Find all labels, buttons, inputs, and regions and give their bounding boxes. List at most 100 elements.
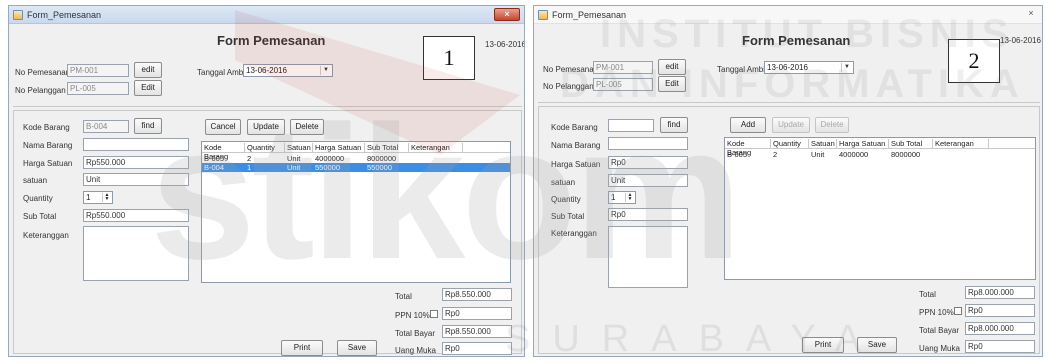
- ppn-field[interactable]: Rp0: [965, 304, 1035, 317]
- find-button[interactable]: find: [134, 118, 162, 134]
- header-divider: [13, 106, 522, 107]
- ppn-field[interactable]: Rp0: [442, 307, 512, 320]
- save-button[interactable]: Save: [337, 340, 377, 356]
- quantity-stepper[interactable]: 1 ▲ ▼: [608, 191, 636, 204]
- col-satuan[interactable]: Satuan: [809, 139, 837, 149]
- cell: 1: [247, 163, 252, 172]
- print-button[interactable]: Print: [802, 337, 844, 353]
- cell: B-004: [204, 163, 225, 172]
- spin-arrows-icon[interactable]: ▲ ▼: [102, 193, 111, 202]
- tanggal-ambil-label: Tanggal Ambil: [717, 65, 767, 74]
- nama-barang-field[interactable]: [83, 138, 189, 151]
- kode-barang-field[interactable]: [608, 119, 654, 132]
- edit-pemesanan-button[interactable]: edit: [134, 62, 162, 78]
- cell: 4000000: [839, 150, 869, 159]
- app-icon: [13, 10, 23, 20]
- no-pelanggan-field[interactable]: PL-005: [593, 78, 653, 91]
- cell: 8000000: [367, 154, 397, 163]
- window-titlebar: Form_Pemesanan ×: [534, 6, 1042, 24]
- col-sub-total[interactable]: Sub Total: [365, 143, 409, 153]
- edit-pelanggan-button[interactable]: Edit: [658, 76, 686, 92]
- uang-muka-label: Uang Muka: [395, 346, 436, 355]
- cell: Unit: [287, 154, 301, 163]
- no-pelanggan-label: No Pelanggan: [543, 82, 594, 91]
- uang-muka-field[interactable]: Rp0: [442, 342, 512, 355]
- nama-barang-field[interactable]: [608, 137, 688, 150]
- table-row[interactable]: B-005 2 Unit 4000000 8000000: [725, 150, 1035, 159]
- harga-satuan-field[interactable]: Rp550.000: [83, 156, 189, 169]
- header-divider: [538, 102, 1040, 103]
- col-kode-barang[interactable]: Kode Barang: [202, 143, 245, 161]
- figure-label-1: 1: [423, 36, 475, 80]
- total-bayar-field[interactable]: Rp8.000.000: [965, 322, 1035, 335]
- total-bayar-label: Total Bayar: [919, 326, 960, 335]
- total-bayar-field[interactable]: Rp8.550.000: [442, 325, 512, 338]
- edit-pelanggan-button[interactable]: Edit: [134, 80, 162, 96]
- chevron-down-icon[interactable]: ▼: [841, 63, 852, 72]
- col-sub-total[interactable]: Sub Total: [889, 139, 933, 149]
- col-keterangan[interactable]: Keterangan: [409, 143, 463, 153]
- figure-label-2: 2: [948, 39, 1000, 83]
- spin-arrows-icon[interactable]: ▲ ▼: [625, 193, 634, 202]
- find-button[interactable]: find: [660, 117, 688, 133]
- chevron-down-icon[interactable]: ▼: [320, 66, 331, 75]
- ppn-checkbox[interactable]: [954, 307, 962, 315]
- add-button[interactable]: Add: [730, 117, 766, 133]
- satuan-label: satuan: [23, 176, 48, 185]
- ppn-label: PPN 10%: [395, 311, 430, 320]
- no-pemesanan-field[interactable]: PM-001: [593, 61, 653, 74]
- kode-barang-label: Kode Barang: [551, 123, 598, 132]
- col-satuan[interactable]: Satuan: [285, 143, 313, 153]
- table-row-selected[interactable]: B-004 1 Unit 550000 550000: [202, 163, 510, 172]
- app-icon: [538, 10, 548, 20]
- satuan-field[interactable]: Unit: [83, 173, 189, 186]
- item-grid[interactable]: Kode Barang Quantity Satuan Harga Satuan…: [201, 141, 511, 283]
- sub-total-field[interactable]: Rp550.000: [83, 209, 189, 222]
- delete-button[interactable]: Delete: [815, 117, 849, 133]
- tanggal-ambil-picker[interactable]: 13-06-2016 ▼: [243, 64, 333, 77]
- keterangan-textarea[interactable]: [83, 226, 189, 281]
- cell: B-005: [727, 150, 748, 159]
- close-button[interactable]: ×: [1024, 8, 1038, 21]
- col-harga-satuan[interactable]: Harga Satuan: [837, 139, 889, 149]
- kode-barang-field[interactable]: B-004: [83, 120, 129, 133]
- item-grid[interactable]: Kode Barang Quantity Satuan Harga Satuan…: [724, 137, 1036, 280]
- total-field[interactable]: Rp8.550.000: [442, 288, 512, 301]
- col-keterangan[interactable]: Keterangan: [933, 139, 989, 149]
- col-kode-barang[interactable]: Kode Barang: [725, 139, 771, 157]
- no-pemesanan-field[interactable]: PM-001: [67, 64, 129, 77]
- no-pelanggan-field[interactable]: PL-005: [67, 82, 129, 95]
- total-bayar-label: Total Bayar: [395, 329, 436, 338]
- col-quantity[interactable]: Quantity: [245, 143, 285, 153]
- satuan-label: satuan: [551, 178, 576, 187]
- delete-button[interactable]: Delete: [290, 119, 324, 135]
- col-quantity[interactable]: Quantity: [771, 139, 809, 149]
- update-button[interactable]: Update: [772, 117, 810, 133]
- tanggal-ambil-value: 13-06-2016: [767, 63, 808, 72]
- no-pelanggan-label: No Pelanggan: [15, 86, 66, 95]
- table-row[interactable]: B-005 2 Unit 4000000 8000000: [202, 154, 510, 163]
- cancel-button[interactable]: Cancel: [205, 119, 241, 135]
- ppn-checkbox[interactable]: [430, 310, 438, 318]
- quantity-label: Quantity: [23, 194, 53, 203]
- quantity-stepper[interactable]: 1 ▲ ▼: [83, 191, 113, 204]
- keterangan-label: Keteranggan: [551, 229, 597, 238]
- no-pemesanan-label: No Pemesanan: [15, 68, 71, 77]
- col-harga-satuan[interactable]: Harga Satuan: [313, 143, 365, 153]
- total-field[interactable]: Rp8.000.000: [965, 286, 1035, 299]
- sub-total-label: Sub Total: [551, 212, 585, 221]
- update-button[interactable]: Update: [247, 119, 285, 135]
- sub-total-field[interactable]: Rp0: [608, 208, 688, 221]
- uang-muka-field[interactable]: Rp0: [965, 340, 1035, 353]
- tanggal-ambil-picker[interactable]: 13-06-2016 ▼: [764, 61, 854, 74]
- cell: 2: [773, 150, 778, 159]
- edit-pemesanan-button[interactable]: edit: [658, 59, 686, 75]
- sub-total-label: Sub Total: [23, 212, 57, 221]
- satuan-field[interactable]: Unit: [608, 174, 688, 187]
- print-button[interactable]: Print: [281, 340, 323, 356]
- harga-satuan-field[interactable]: Rp0: [608, 156, 688, 169]
- save-button[interactable]: Save: [857, 337, 897, 353]
- close-button[interactable]: ×: [494, 8, 520, 21]
- keterangan-textarea[interactable]: [608, 226, 688, 288]
- cell: B-005: [204, 154, 225, 163]
